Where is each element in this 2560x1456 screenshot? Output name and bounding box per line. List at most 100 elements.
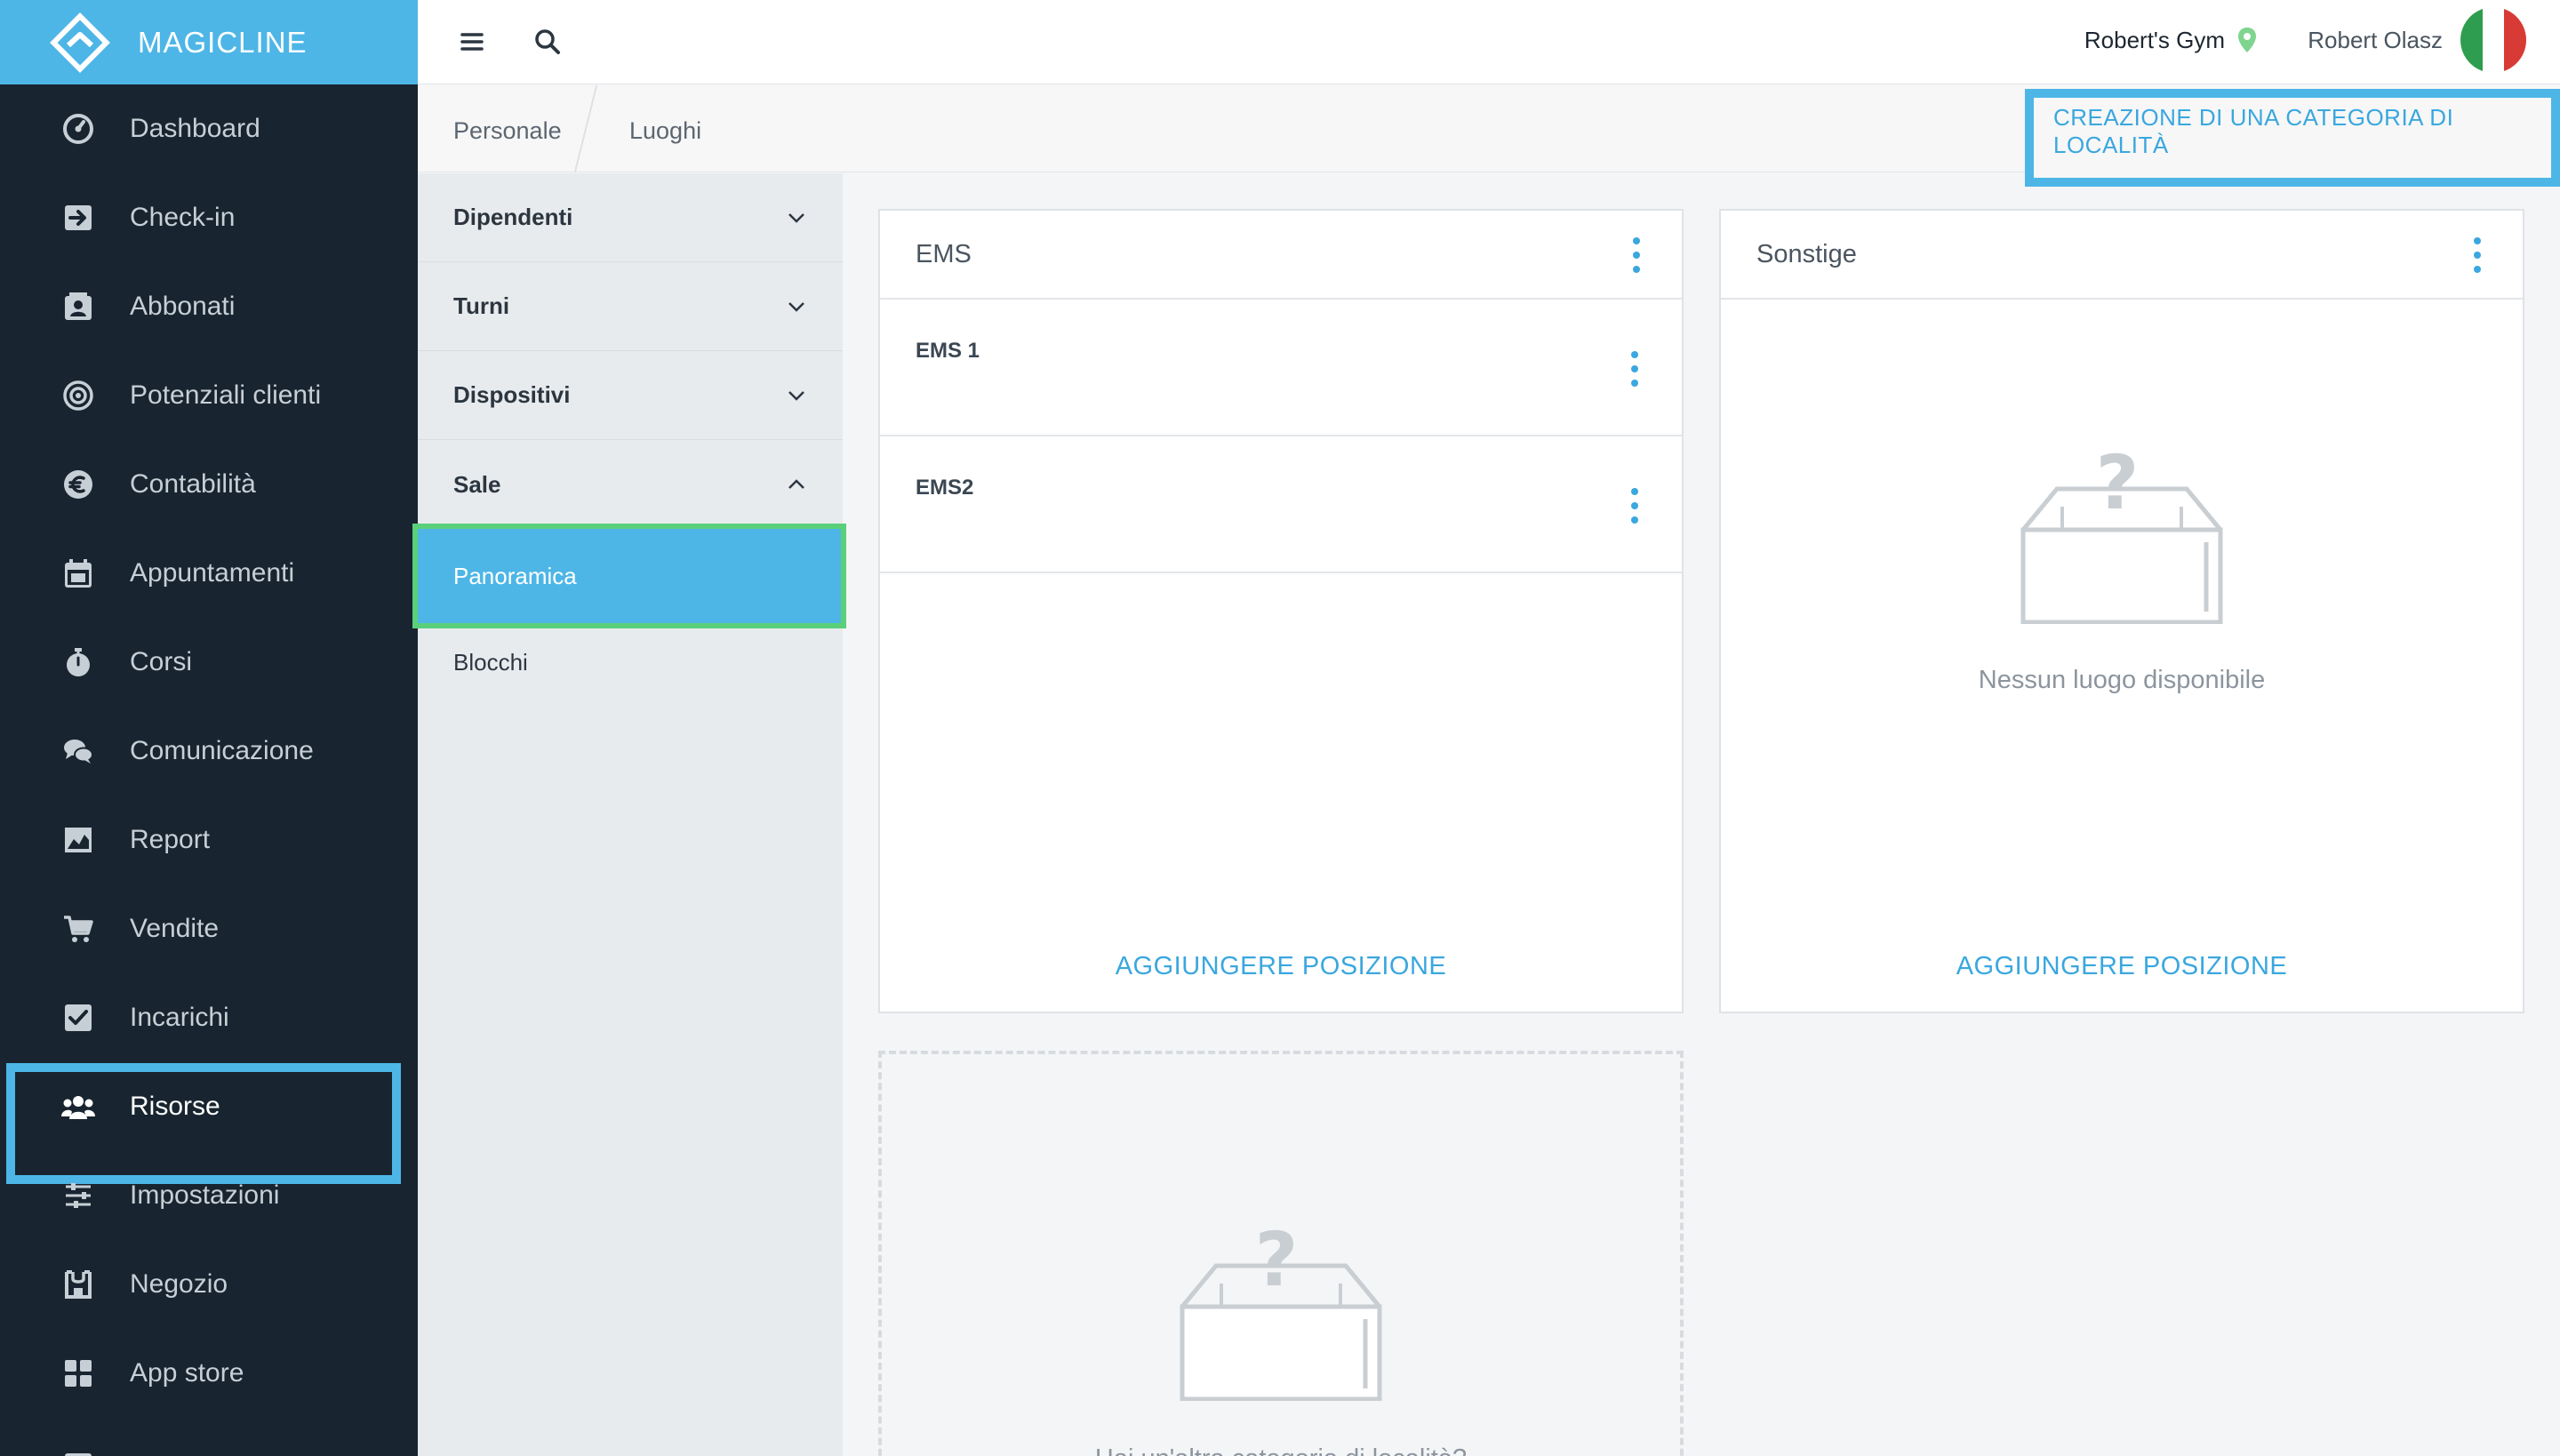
- breadcrumb-personale[interactable]: Personale: [453, 117, 562, 145]
- nav-label: Check-in: [130, 203, 236, 232]
- gym-selector[interactable]: Robert's Gym: [2084, 27, 2225, 54]
- add-location-button[interactable]: AGGIUNGERE POSIZIONE: [880, 952, 1682, 981]
- chat-bubbles-icon: [60, 733, 96, 769]
- calendar-icon: [60, 556, 96, 591]
- nav-label: Risorse: [130, 1092, 220, 1121]
- nav-item-incarichi[interactable]: Incarichi: [0, 973, 418, 1062]
- nav-label: Comunicazione: [130, 736, 314, 765]
- more-options-icon[interactable]: [1632, 237, 1641, 273]
- subnav-group-label: Turni: [453, 292, 510, 319]
- nav-label: Corsi: [130, 647, 193, 676]
- nav-item-corsi[interactable]: Corsi: [0, 618, 418, 707]
- svg-text:?: ?: [1255, 1223, 1299, 1303]
- nav-item-potenziali-clienti[interactable]: Potenziali clienti: [0, 351, 418, 440]
- nav-item-abbonati[interactable]: Abbonati: [0, 262, 418, 351]
- nav-label: Contabilità: [130, 469, 256, 499]
- breadcrumb-luoghi[interactable]: Luoghi: [629, 117, 701, 145]
- nav-item-contabilita[interactable]: Contabilità: [0, 440, 418, 529]
- nav-label: Impostazioni: [130, 1180, 280, 1210]
- empty-state: ? Nessun luogo disponibile: [1721, 439, 2523, 695]
- nav-label: Abbonati: [130, 292, 236, 321]
- main-nav: Dashboard Check-in Abbonati Potenziali c…: [0, 84, 418, 1456]
- nav-label: Incarichi: [130, 1003, 229, 1032]
- nav-label: App store: [130, 1358, 244, 1388]
- subnav-group-turni[interactable]: Turni: [418, 262, 843, 351]
- subnav-item-blocchi[interactable]: Blocchi: [453, 649, 528, 676]
- location-category-card: EMS EMS 1 EMS2 AGGIUNGERE POSIZIONE: [878, 209, 1684, 1013]
- check-in-icon: [60, 200, 96, 236]
- folder-icon: [60, 1444, 96, 1456]
- category-title: Sonstige: [1756, 239, 1857, 268]
- create-location-category-button[interactable]: CREAZIONE DI UNA CATEGORIA DI LOCALITÀ: [2025, 89, 2560, 187]
- subnav-group-label: Dispositivi: [453, 381, 571, 408]
- location-row[interactable]: EMS2: [880, 436, 1682, 573]
- chart-image-icon: [60, 822, 96, 858]
- nav-label: Negozio: [130, 1269, 228, 1299]
- brand-name: MAGICLINE: [138, 25, 308, 59]
- location-category-card: Sonstige ? Nessun luogo disponibile AGGI…: [1719, 209, 2524, 1013]
- search-icon[interactable]: [529, 23, 566, 60]
- more-options-icon[interactable]: [2473, 237, 2482, 273]
- nav-label: Potenziali clienti: [130, 380, 322, 410]
- category-title: EMS: [916, 239, 972, 268]
- magicline-logo-icon: [49, 12, 111, 74]
- nav-item-more[interactable]: [0, 1418, 418, 1456]
- top-bar: Robert's Gym Robert Olasz: [418, 0, 2560, 84]
- nav-label: Dashboard: [130, 114, 260, 143]
- add-location-button[interactable]: AGGIUNGERE POSIZIONE: [1721, 952, 2523, 981]
- subnav-group-label: Dipendenti: [453, 204, 573, 230]
- stopwatch-icon: [60, 644, 96, 680]
- subnav-group-dipendenti[interactable]: Dipendenti: [418, 173, 843, 262]
- chevron-down-icon: [786, 296, 807, 317]
- nav-label: Appuntamenti: [130, 558, 295, 588]
- empty-state-text: Nessun luogo disponibile: [1978, 666, 2266, 694]
- resources-subnav: Dipendenti Turni Dispositivi Sale Panora…: [412, 173, 846, 1456]
- target-icon: [60, 378, 96, 413]
- subnav-item-panoramica[interactable]: Panoramica: [412, 524, 846, 628]
- new-category-placeholder[interactable]: ? Hai un'altra categoria di località?: [878, 1051, 1684, 1456]
- grid-apps-icon: [60, 1356, 96, 1391]
- euro-icon: [60, 467, 96, 502]
- empty-state-text: Hai un'altra categoria di località?: [882, 1444, 1680, 1456]
- checkbox-icon: [60, 1000, 96, 1036]
- nav-item-report[interactable]: Report: [0, 796, 418, 884]
- location-name: EMS 1: [916, 339, 980, 363]
- chevron-up-icon: [786, 474, 807, 495]
- more-options-icon[interactable]: [1630, 351, 1639, 387]
- hamburger-menu-icon[interactable]: [453, 23, 491, 60]
- subnav-group-dispositivi[interactable]: Dispositivi: [418, 351, 843, 440]
- location-row[interactable]: EMS 1: [880, 300, 1682, 436]
- breadcrumb: Personale Luoghi CREAZIONE DI UNA CATEGO…: [418, 85, 2560, 187]
- location-name: EMS2: [916, 476, 974, 500]
- nav-item-vendite[interactable]: Vendite: [0, 884, 418, 973]
- shop-icon: [60, 1267, 96, 1302]
- location-pin-icon[interactable]: [2236, 26, 2258, 56]
- sidebar: MAGICLINE Dashboard Check-in Abbonati Po…: [0, 0, 418, 1456]
- empty-box-icon: ?: [1179, 1216, 1383, 1404]
- subnav-group-label: Sale: [453, 470, 501, 498]
- italy-flag-icon[interactable]: [2460, 7, 2526, 73]
- card-header: Sonstige: [1721, 211, 2523, 300]
- nav-item-impostazioni[interactable]: Impostazioni: [0, 1151, 418, 1240]
- svg-text:?: ?: [2096, 446, 2140, 526]
- dashboard-gauge-icon: [60, 111, 96, 147]
- subnav-item-label: Panoramica: [428, 534, 830, 618]
- nav-item-risorse[interactable]: Risorse: [0, 1062, 418, 1184]
- more-options-icon[interactable]: [1630, 488, 1639, 524]
- chevron-down-icon: [786, 207, 807, 228]
- user-name[interactable]: Robert Olasz: [2308, 27, 2443, 54]
- people-group-icon: [60, 1089, 96, 1124]
- brand-header[interactable]: MAGICLINE: [0, 0, 418, 84]
- members-card-icon: [60, 289, 96, 324]
- subnav-group-sale[interactable]: Sale: [418, 440, 843, 529]
- nav-item-dashboard[interactable]: Dashboard: [0, 84, 418, 173]
- empty-state: ? Hai un'altra categoria di località?: [882, 1216, 1680, 1456]
- nav-item-comunicazione[interactable]: Comunicazione: [0, 707, 418, 796]
- nav-item-negozio[interactable]: Negozio: [0, 1240, 418, 1329]
- chevron-down-icon: [786, 385, 807, 406]
- nav-item-app-store[interactable]: App store: [0, 1329, 418, 1418]
- nav-item-appuntamenti[interactable]: Appuntamenti: [0, 529, 418, 618]
- nav-label: Report: [130, 825, 211, 854]
- nav-item-check-in[interactable]: Check-in: [0, 173, 418, 262]
- breadcrumb-separator: [573, 85, 598, 172]
